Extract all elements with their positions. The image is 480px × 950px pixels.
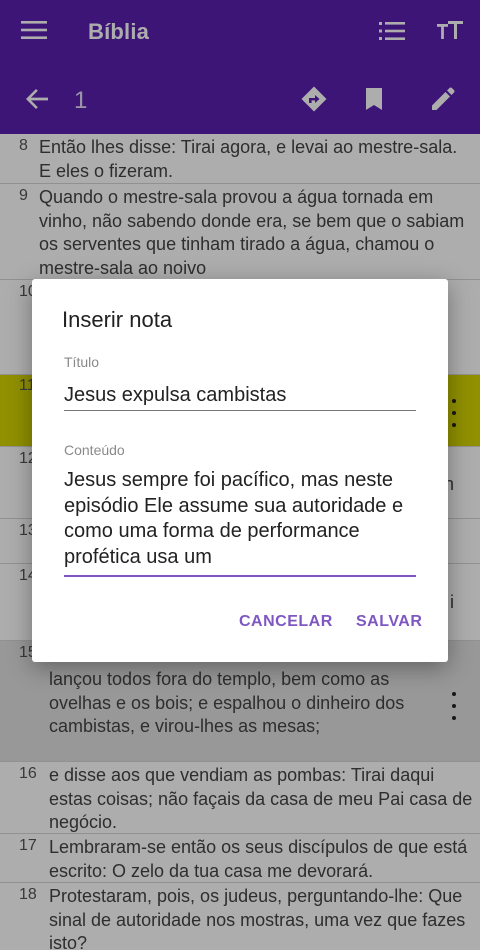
note-title-input[interactable]: Jesus expulsa cambistas [64, 381, 416, 411]
note-content-input[interactable]: Jesus sempre foi pacífico, mas neste epi… [64, 468, 416, 577]
title-field-label: Título [64, 354, 100, 370]
content-field-label: Conteúdo [64, 442, 125, 458]
dialog-title: Inserir nota [62, 307, 173, 332]
cancel-button[interactable]: CANCELAR [239, 613, 333, 631]
insert-note-dialog: Inserir nota Título Jesus expulsa cambis… [32, 279, 448, 662]
save-button[interactable]: SALVAR [356, 613, 422, 631]
